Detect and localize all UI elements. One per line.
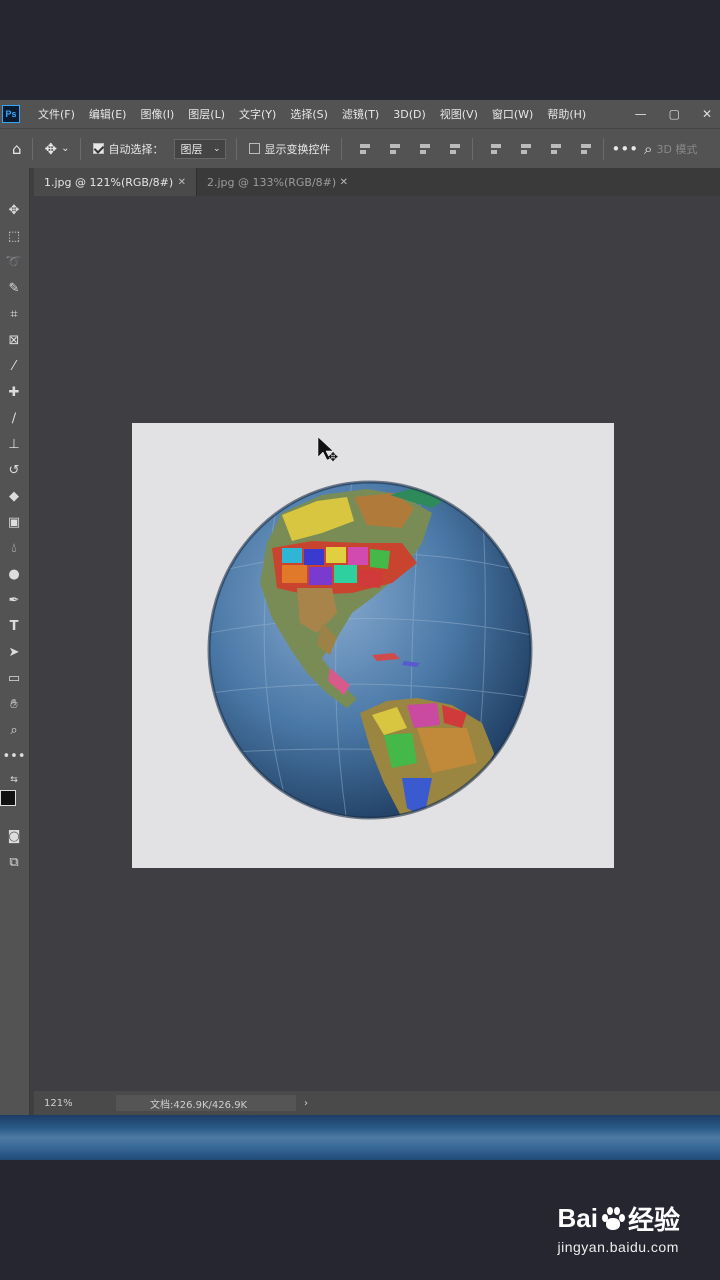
separator (79, 137, 81, 160)
dodge-tool-icon[interactable]: ● (4, 564, 24, 584)
swap-colors-icon[interactable]: ⇆ (4, 770, 24, 790)
separator (235, 137, 237, 160)
menu-file[interactable]: 文件(F) (38, 106, 75, 122)
rectangle-tool-icon[interactable]: ▭ (4, 668, 24, 688)
close-window-button[interactable]: ✕ (702, 107, 712, 121)
tab-2-jpg[interactable]: 2.jpg @ 133%(RGB/8#) ✕ (196, 168, 358, 196)
maximize-button[interactable]: ▢ (669, 107, 680, 121)
globe-image: ✥ (207, 436, 533, 820)
auto-select-checkbox[interactable] (92, 143, 104, 154)
align-bottom-icon[interactable] (549, 142, 563, 156)
quick-select-tool-icon[interactable]: ✎ (4, 278, 24, 298)
blur-tool-icon[interactable]: 💧︎ (4, 538, 24, 558)
zoom-tool-icon[interactable]: ⌕ (4, 720, 24, 740)
marquee-tool-icon[interactable]: ⬚ (4, 226, 24, 246)
menu-filter[interactable]: 滤镜(T) (342, 106, 379, 122)
show-transform-label: 显示变换控件 (264, 142, 331, 156)
svg-text:✥: ✥ (328, 450, 338, 464)
hand-tool-icon[interactable]: ✋︎ (4, 694, 24, 714)
menu-type[interactable]: 文字(Y) (239, 106, 276, 122)
align-top-icon[interactable] (489, 142, 503, 156)
baidu-brand-text: Bai (557, 1203, 598, 1233)
menu-window[interactable]: 窗口(W) (492, 106, 533, 122)
separator (602, 137, 604, 160)
auto-select-label: 自动选择： (108, 142, 164, 156)
distribute-vertical-icon[interactable] (579, 142, 593, 156)
baidu-jingyan-watermark: Bai 经验 jingyan.baidu.com (558, 1200, 680, 1255)
more-options-icon[interactable]: ••• (612, 140, 639, 158)
auto-select-target-value: 图层 (180, 142, 203, 156)
canvas-workspace[interactable]: ✥ (34, 196, 720, 1091)
window-controls: — ▢ ✕ (635, 100, 712, 128)
document-canvas[interactable]: ✥ (132, 423, 614, 868)
separator (340, 137, 342, 160)
status-bar: 121% 文档:426.9K/426.9K › (34, 1091, 720, 1115)
menu-3d[interactable]: 3D(D) (393, 108, 426, 121)
tab-label: 1.jpg @ 121%(RGB/8#) (44, 175, 174, 189)
zoom-level[interactable]: 121% (44, 1098, 112, 1109)
desktop-taskbar-strip (0, 1115, 720, 1160)
show-transform-checkbox[interactable] (248, 143, 260, 154)
menu-edit[interactable]: 编辑(E) (89, 106, 127, 122)
baidu-jingyan-text: 经验 (627, 1205, 680, 1235)
options-bar: ⌂ ✥ ⌄ 自动选择： 图层 ⌄ 显示变换控件 ••• ⌕ 3D 模式 (0, 128, 720, 168)
menu-bar: Ps 文件(F) 编辑(E) 图像(I) 图层(L) 文字(Y) 选择(S) 滤… (0, 100, 720, 128)
document-size-text: 文档:426.9K/426.9K (150, 1099, 248, 1111)
frame-tool-icon[interactable]: ⊠ (4, 330, 24, 350)
menu-image[interactable]: 图像(I) (140, 106, 174, 122)
path-select-tool-icon[interactable]: ➤ (4, 642, 24, 662)
tab-label: 2.jpg @ 133%(RGB/8#) (207, 175, 337, 189)
chevron-down-icon[interactable]: ⌄ (61, 143, 69, 154)
type-tool-icon[interactable]: T (4, 616, 24, 636)
document-size-info: 文档:426.9K/426.9K (116, 1095, 296, 1111)
baidu-logo: Bai 经验 (558, 1200, 680, 1237)
separator (471, 137, 473, 160)
photoshop-logo-icon: Ps (2, 105, 20, 123)
quick-mask-icon[interactable]: ◙ (4, 826, 24, 846)
crop-tool-icon[interactable]: ⌗ (4, 304, 24, 324)
brush-tool-icon[interactable]: ∕ (4, 408, 24, 428)
eraser-tool-icon[interactable]: ◆ (4, 486, 24, 506)
menu-help[interactable]: 帮助(H) (547, 106, 586, 122)
eyedropper-tool-icon[interactable]: ⁄ (4, 356, 24, 376)
home-icon[interactable]: ⌂ (12, 140, 22, 158)
menu-select[interactable]: 选择(S) (290, 106, 328, 122)
align-center-icon[interactable] (388, 142, 402, 156)
menu-view[interactable]: 视图(V) (440, 106, 478, 122)
move-tool-preset-icon[interactable]: ✥ (45, 140, 58, 158)
baidu-url: jingyan.baidu.com (557, 1239, 679, 1255)
screen-top-bezel (0, 0, 720, 100)
tools-panel: ✥ ⬚ ➰ ✎ ⌗ ⊠ ⁄ ✚ ∕ ⊥ ↺ ◆ ▣ 💧︎ ● ✒︎ T ➤ ▭ … (0, 168, 30, 1115)
baidu-paw-icon (600, 1206, 626, 1232)
menu-layer[interactable]: 图层(L) (188, 106, 225, 122)
align-left-icon[interactable] (358, 142, 372, 156)
pen-tool-icon[interactable]: ✒︎ (4, 590, 24, 610)
tab-1-jpg[interactable]: 1.jpg @ 121%(RGB/8#) ✕ (34, 168, 196, 196)
document-tabs: 1.jpg @ 121%(RGB/8#) ✕ 2.jpg @ 133%(RGB/… (34, 168, 720, 196)
screen-mode-icon[interactable]: ⧉ (4, 852, 24, 872)
align-right-icon[interactable] (418, 142, 432, 156)
minimize-button[interactable]: — (635, 107, 647, 121)
move-tool-icon[interactable]: ✥ (4, 200, 24, 220)
close-icon[interactable]: ✕ (178, 177, 186, 188)
search-icon[interactable]: ⌕ (644, 140, 652, 158)
auto-select-target-dropdown[interactable]: 图层 ⌄ (173, 138, 226, 159)
status-menu-arrow-icon[interactable]: › (304, 1098, 308, 1109)
separator (31, 137, 33, 160)
gradient-tool-icon[interactable]: ▣ (4, 512, 24, 532)
close-icon[interactable]: ✕ (340, 177, 348, 188)
history-brush-tool-icon[interactable]: ↺ (4, 460, 24, 480)
clone-stamp-tool-icon[interactable]: ⊥ (4, 434, 24, 454)
distribute-icon[interactable] (448, 142, 462, 156)
foreground-color-swatch[interactable] (0, 790, 16, 806)
chevron-down-icon: ⌄ (212, 143, 221, 154)
more-tools-icon[interactable]: ••• (3, 746, 26, 766)
photoshop-window: Ps 文件(F) 编辑(E) 图像(I) 图层(L) 文字(Y) 选择(S) 滤… (0, 100, 720, 1115)
lasso-tool-icon[interactable]: ➰ (4, 252, 24, 272)
mode-3d-label: 3D 模式 (656, 142, 698, 156)
healing-brush-tool-icon[interactable]: ✚ (4, 382, 24, 402)
align-middle-icon[interactable] (519, 142, 533, 156)
